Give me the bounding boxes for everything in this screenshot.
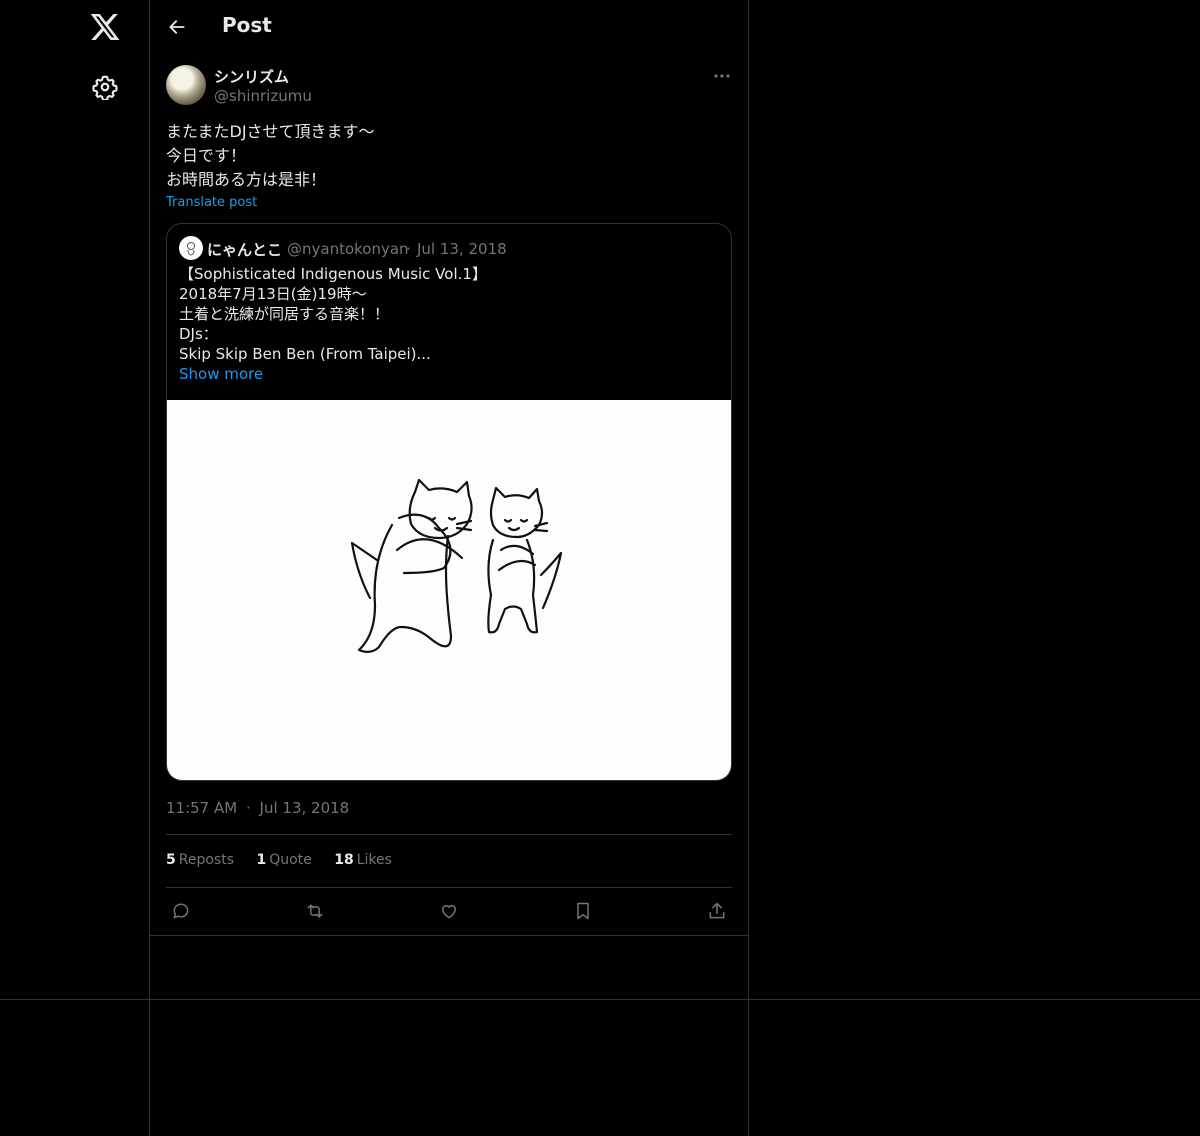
translate-post-link[interactable]: Translate post [166, 195, 257, 210]
divider [166, 834, 732, 835]
post-text-line: 今日です！ [166, 146, 247, 165]
quote-text-line: 【Sophisticated Indigenous Music Vol.1】 [179, 265, 487, 283]
post-text: またまたDJさせて頂きます〜 今日です！ お時間ある方は是非！ [166, 120, 375, 192]
quote-display-name: にゃんとこ [207, 241, 283, 259]
likes-stat[interactable]: 18 Likes [334, 852, 392, 868]
reposts-count: 5 [166, 852, 176, 868]
quote-text-line: Skip Skip Ben Ben (From Taipei)... [179, 345, 431, 363]
more-dots-icon[interactable] [710, 64, 734, 88]
gear-icon[interactable] [92, 74, 118, 101]
left-rail [0, 0, 150, 1136]
divider [166, 887, 732, 888]
quote-separator: · [406, 240, 411, 258]
share-icon[interactable] [704, 898, 730, 924]
likes-label: Likes [356, 852, 392, 868]
post-timestamp: 11:57 AM · Jul 13, 2018 [166, 799, 349, 817]
x-logo-icon[interactable] [89, 11, 121, 43]
likes-count: 18 [334, 852, 354, 868]
bookmark-icon[interactable] [570, 898, 596, 924]
quotes-stat[interactable]: 1 Quote [256, 852, 311, 868]
main-column: Post シンリズム @shinrizumu またまたDJさせて頂きます〜 今日… [150, 0, 749, 1136]
like-icon[interactable] [436, 898, 462, 924]
reposts-label: Reposts [178, 852, 234, 868]
back-arrow-icon[interactable] [164, 14, 190, 40]
quote-image[interactable] [167, 400, 731, 780]
quote-handle: @nyantokonyan [287, 240, 409, 258]
post-header: Post [150, 0, 748, 54]
post-text-line: お時間ある方は是非！ [166, 170, 327, 189]
quotes-label: Quote [269, 852, 312, 868]
post-stats: 5 Reposts 1 Quote 18 Likes [166, 852, 410, 868]
avatar[interactable] [166, 65, 206, 105]
reposts-stat[interactable]: 5 Reposts [166, 852, 234, 868]
quotes-count: 1 [256, 852, 267, 868]
repost-icon[interactable] [302, 898, 328, 924]
divider [0, 999, 1200, 1000]
show-more-link[interactable]: Show more [179, 365, 263, 383]
quoted-post[interactable]: にゃんとこ @nyantokonyan · Jul 13, 2018 【Soph… [166, 223, 732, 781]
author-display-name[interactable]: シンリズム [214, 66, 289, 87]
quote-text-line: 2018年7月13日(金)19時〜 [179, 285, 367, 303]
quote-text-line: DJs： [179, 325, 218, 343]
reply-icon[interactable] [168, 898, 194, 924]
author-handle[interactable]: @shinrizumu [214, 87, 312, 105]
quote-date: Jul 13, 2018 [417, 240, 507, 258]
timestamp-separator: · [245, 799, 251, 817]
post-text-line: またまたDJさせて頂きます〜 [166, 122, 375, 141]
quote-text: 【Sophisticated Indigenous Music Vol.1】 2… [179, 264, 487, 364]
divider [150, 935, 748, 936]
quote-text-line: 土着と洗練が同居する音楽！！ [179, 305, 390, 323]
quote-avatar [179, 236, 203, 260]
post-time[interactable]: 11:57 AM [166, 799, 237, 817]
post-date[interactable]: Jul 13, 2018 [260, 799, 350, 817]
page-title: Post [222, 13, 272, 37]
